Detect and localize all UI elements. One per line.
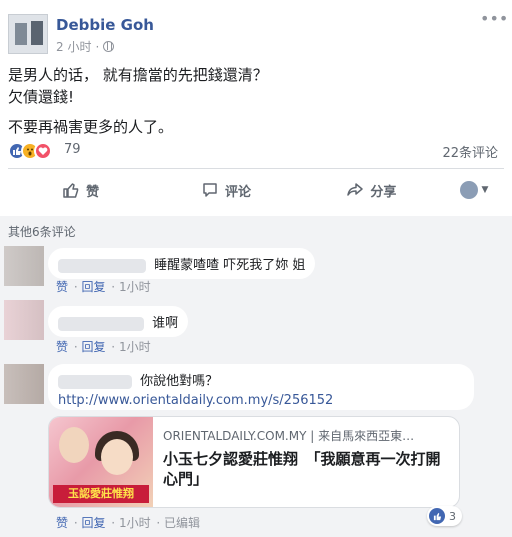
post-line: 欠債還錢! xyxy=(8,88,75,106)
comment-count[interactable]: 22条评论 xyxy=(442,142,498,161)
comment-actions: 赞 · 回复 · 1小时 xyxy=(56,280,151,294)
author-avatar[interactable] xyxy=(8,14,48,54)
preview-image-banner: 玉認愛莊惟翔 xyxy=(53,485,149,503)
comment-like-link[interactable]: 赞 xyxy=(56,340,68,354)
comment-text: 睡醒蒙喳喳 吓死我了妳 姐 xyxy=(154,258,306,273)
view-more-comments-link[interactable]: 其他6条评论 xyxy=(8,223,76,240)
post-line: 是男人的话， 就有擔當的先把錢還清？ xyxy=(8,66,268,84)
more-options-icon[interactable]: ••• xyxy=(480,10,508,28)
commenter-avatar[interactable] xyxy=(4,300,44,340)
link-preview-image[interactable]: 玉認愛莊惟翔 xyxy=(49,417,153,507)
post-header: Debbie Goh 2 小时 · ••• xyxy=(8,10,508,56)
share-button[interactable]: 分享 xyxy=(299,174,444,206)
comment-like-link[interactable]: 赞 xyxy=(56,516,68,530)
share-icon xyxy=(347,183,364,196)
edited-label[interactable]: 已编辑 xyxy=(164,516,200,530)
comment-time[interactable]: 1小时 xyxy=(119,280,151,294)
link-preview-card[interactable]: 玉認愛莊惟翔 ORIENTALDAILY.COM.MY | 来自馬來西亞東… 小… xyxy=(48,416,460,508)
comment-actions: 赞 · 回复 · 1小时 · 已编辑 xyxy=(56,516,201,530)
commenter-avatar[interactable] xyxy=(4,364,44,404)
share-label: 分享 xyxy=(370,184,397,200)
comment-actions: 赞 · 回复 · 1小时 xyxy=(56,340,151,354)
post-line: 不要再禍害更多的人了。 xyxy=(8,118,174,136)
divider xyxy=(8,168,504,169)
reaction-icons[interactable] xyxy=(8,142,52,160)
like-label: 赞 xyxy=(86,184,100,200)
link-preview-title[interactable]: 小玉七夕認愛莊惟翔 「我願意再一次打開心門」 xyxy=(163,449,453,489)
comment-button[interactable]: 评论 xyxy=(153,174,298,206)
link-preview-domain: ORIENTALDAILY.COM.MY | 来自馬來西亞東… xyxy=(163,429,415,443)
comments-section: 其他6条评论 睡醒蒙喳喳 吓死我了妳 姐 赞 · 回复 · 1小时 谁啊 赞 ·… xyxy=(0,216,512,537)
like-button[interactable]: 赞 xyxy=(8,174,153,206)
like-reaction-icon xyxy=(429,508,445,524)
chevron-down-icon: ▼ xyxy=(481,185,489,195)
audience-selector[interactable]: ▼ xyxy=(444,181,504,199)
post-body: 是男人的话， 就有擔當的先把錢還清？ 欠債還錢! 不要再禍害更多的人了。 xyxy=(8,64,498,138)
comment-reply-link[interactable]: 回复 xyxy=(81,280,105,294)
comment-link[interactable]: http://www.orientaldaily.com.my/s/256152 xyxy=(58,393,464,408)
user-avatar-icon xyxy=(459,181,478,199)
comment-time[interactable]: 1小时 xyxy=(119,340,151,354)
comment-text: 谁啊 xyxy=(152,316,179,331)
comment-item: 睡醒蒙喳喳 吓死我了妳 姐 赞 · 回复 · 1小时 xyxy=(4,246,504,306)
post-time[interactable]: 2 小时 xyxy=(56,38,91,55)
action-bar: 赞 评论 分享 ▼ xyxy=(8,172,504,208)
comment-like-badge[interactable]: 3 xyxy=(427,506,462,526)
comment-item: 谁啊 赞 · 回复 · 1小时 xyxy=(4,300,504,356)
post-timestamp[interactable]: 2 小时 · xyxy=(56,38,115,55)
author-name[interactable]: Debbie Goh xyxy=(56,16,154,34)
comment-bubble: 你說他對嗎？ http://www.orientaldaily.com.my/s… xyxy=(48,364,474,410)
comment-label: 评论 xyxy=(224,184,251,200)
comment-time[interactable]: 1小时 xyxy=(119,516,151,530)
commenter-avatar[interactable] xyxy=(4,246,44,286)
comment-icon xyxy=(203,183,217,197)
comment-bubble: 睡醒蒙喳喳 吓死我了妳 姐 xyxy=(48,248,316,279)
comment-reply-link[interactable]: 回复 xyxy=(81,516,105,530)
comment-like-count: 3 xyxy=(449,509,456,523)
thumbs-up-icon xyxy=(63,183,79,198)
reaction-count[interactable]: 79 xyxy=(64,142,81,157)
comment-bubble: 谁啊 xyxy=(48,306,189,337)
reactions-bar: 79 22条评论 xyxy=(8,140,498,162)
commenter-name-redacted[interactable] xyxy=(58,374,132,389)
love-reaction-icon xyxy=(34,142,52,160)
comment-reply-link[interactable]: 回复 xyxy=(81,340,105,354)
commenter-name-redacted[interactable] xyxy=(58,316,144,331)
comment-text: 你說他對嗎？ xyxy=(140,374,219,389)
commenter-name-redacted[interactable] xyxy=(58,258,146,273)
comment-like-link[interactable]: 赞 xyxy=(56,280,68,294)
globe-icon xyxy=(103,41,115,52)
